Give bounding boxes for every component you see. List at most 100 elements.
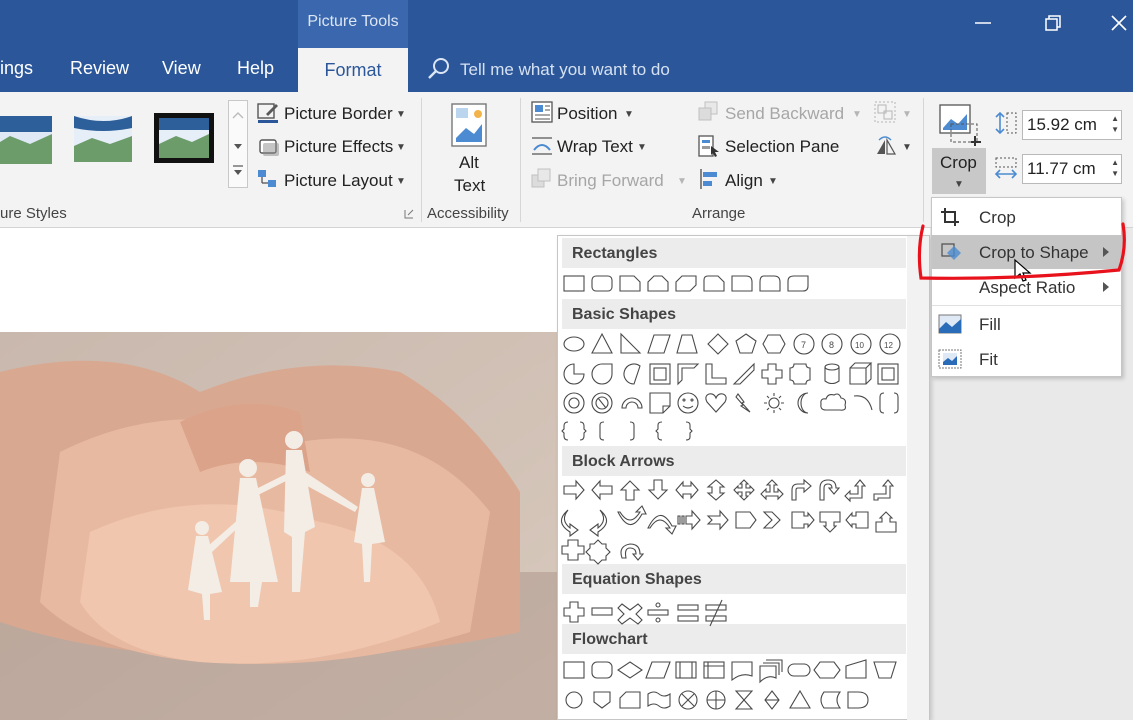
shape-lightning-bolt-icon <box>735 393 751 413</box>
shape-width-input[interactable]: 11.77 cm ▲ ▼ <box>1022 154 1122 184</box>
shape-plaque-icon <box>789 363 811 385</box>
group-divider <box>421 98 422 222</box>
restore-icon[interactable] <box>1040 10 1066 36</box>
crop-tool-icon[interactable] <box>937 102 983 148</box>
position-button[interactable]: Position <box>557 104 617 124</box>
tab-format[interactable]: Format <box>298 48 408 92</box>
arrow-quad-icon <box>733 479 755 501</box>
gallery-scrollbar[interactable] <box>907 236 929 720</box>
picture-layout-button[interactable]: Picture Layout <box>284 171 393 191</box>
flowchart-decision-icon <box>617 661 643 679</box>
tell-me-search[interactable]: Tell me what you want to do <box>460 60 670 80</box>
flowchart-manual-input-icon <box>845 659 867 679</box>
spinner-arrows-icon[interactable]: ▲ ▼ <box>1111 157 1119 179</box>
arrow-notched-right-icon <box>706 509 729 531</box>
svg-text:10: 10 <box>855 341 864 350</box>
arrow-chevron-icon <box>762 511 781 529</box>
shape-double-bracket-icon <box>879 392 899 414</box>
shape-snip-corner-rectangle-icon <box>619 275 641 292</box>
shape-block-arc-icon <box>621 397 643 409</box>
menu-item-fit[interactable]: Fit <box>932 342 1121 376</box>
arrow-up-down-icon <box>706 479 726 501</box>
svg-text:8: 8 <box>829 340 834 350</box>
wrap-text-button[interactable]: Wrap Text <box>557 137 633 157</box>
group-objects-icon[interactable] <box>873 100 897 124</box>
flowchart-internal-storage-icon <box>703 661 725 679</box>
selection-pane-icon <box>698 135 719 157</box>
equation-minus-icon <box>591 607 613 616</box>
shape-frame-icon <box>649 363 671 385</box>
bring-forward-icon <box>531 168 551 188</box>
picture-effects-button[interactable]: Picture Effects <box>284 137 393 157</box>
arrow-left-right-up-icon <box>760 479 784 501</box>
picture-tools-label: Picture Tools <box>307 13 399 30</box>
picture-border-button[interactable]: Picture Border <box>284 104 393 124</box>
gallery-scroll-icon[interactable] <box>228 100 248 188</box>
fill-icon <box>938 314 962 334</box>
selection-pane-button[interactable]: Selection Pane <box>725 137 839 157</box>
shape-icons[interactable]: 7 8 10 12 <box>558 236 908 720</box>
shape-octagon-icon: 8 <box>821 333 843 355</box>
flowchart-connector-icon <box>565 691 583 709</box>
shape-snip-diagonal-rectangle-icon <box>675 275 697 292</box>
document-picture[interactable] <box>0 332 560 720</box>
shape-smiley-face-icon <box>677 392 699 414</box>
position-icon <box>531 101 553 123</box>
chevron-down-icon: ▼ <box>954 179 964 190</box>
tab-help[interactable]: Help <box>237 58 274 79</box>
shape-dodecagon-icon: 12 <box>879 333 901 355</box>
arrow-callout-down-icon <box>819 511 841 533</box>
close-icon[interactable] <box>1106 10 1132 36</box>
shape-diagonal-stripe-icon <box>732 362 755 385</box>
align-icon <box>700 169 717 189</box>
shape-sun-icon <box>764 393 784 413</box>
flowchart-data-icon <box>645 661 671 679</box>
flowchart-extract-icon <box>789 689 811 709</box>
tab-view[interactable]: View <box>162 58 201 79</box>
arrow-circular-icon <box>620 543 645 561</box>
alt-text-label-1[interactable]: Alt <box>459 153 479 173</box>
shape-round-same-side-rectangle-icon <box>759 275 781 292</box>
arrow-callout-right-icon <box>791 511 815 529</box>
shape-round-diagonal-rectangle-icon <box>787 275 809 292</box>
flowchart-terminator-icon <box>787 663 811 677</box>
equation-not-equal-icon <box>705 599 727 627</box>
shape-parallelogram-icon <box>647 334 671 354</box>
fit-icon <box>938 349 962 369</box>
align-button[interactable]: Align <box>725 171 763 191</box>
minimize-icon[interactable] <box>970 10 996 36</box>
tab-review[interactable]: Review <box>70 58 129 79</box>
svg-text:12: 12 <box>884 341 893 350</box>
arrow-bent-icon <box>791 478 812 501</box>
arrow-callout-up-icon <box>875 511 897 533</box>
bring-forward-button[interactable]: Bring Forward <box>557 171 664 191</box>
shape-right-triangle-icon <box>620 332 642 354</box>
shape-cloud-icon <box>820 393 847 411</box>
send-backward-button[interactable]: Send Backward <box>725 104 844 124</box>
crop-to-shape-gallery: Rectangles Basic Shapes Block Arrows Equ… <box>557 235 930 720</box>
arrow-left-icon <box>591 479 613 501</box>
alt-text-icon[interactable] <box>448 102 492 150</box>
picture-style-gallery[interactable] <box>0 112 230 170</box>
red-highlight-annotation <box>917 222 1126 280</box>
menu-item-fill[interactable]: Fill <box>932 307 1121 341</box>
chevron-down-icon: ▼ <box>637 142 647 153</box>
flowchart-delay-icon <box>847 691 869 709</box>
shape-height-input[interactable]: 15.92 cm ▲ ▼ <box>1022 110 1122 140</box>
shape-left-bracket-icon <box>599 421 605 441</box>
shape-diamond-icon <box>707 333 729 355</box>
crop-button[interactable]: Crop ▼ <box>932 148 986 194</box>
flowchart-or-icon <box>706 690 726 710</box>
spinner-arrows-icon[interactable]: ▲ ▼ <box>1111 113 1119 135</box>
alt-text-label-2[interactable]: Text <box>454 176 485 196</box>
flowchart-document-icon <box>731 661 753 682</box>
shape-round-single-corner-rectangle-icon <box>731 275 753 292</box>
equation-equal-icon <box>677 604 699 622</box>
picture-styles-group-label: ure Styles <box>0 205 67 222</box>
flowchart-punched-tape-icon <box>647 691 671 709</box>
lightbulb-icon <box>428 58 449 79</box>
tab-settings[interactable]: ings <box>0 58 33 79</box>
chevron-down-icon: ▼ <box>396 142 406 153</box>
dialog-launcher-icon[interactable] <box>404 209 414 219</box>
rotate-icon[interactable] <box>873 134 897 158</box>
